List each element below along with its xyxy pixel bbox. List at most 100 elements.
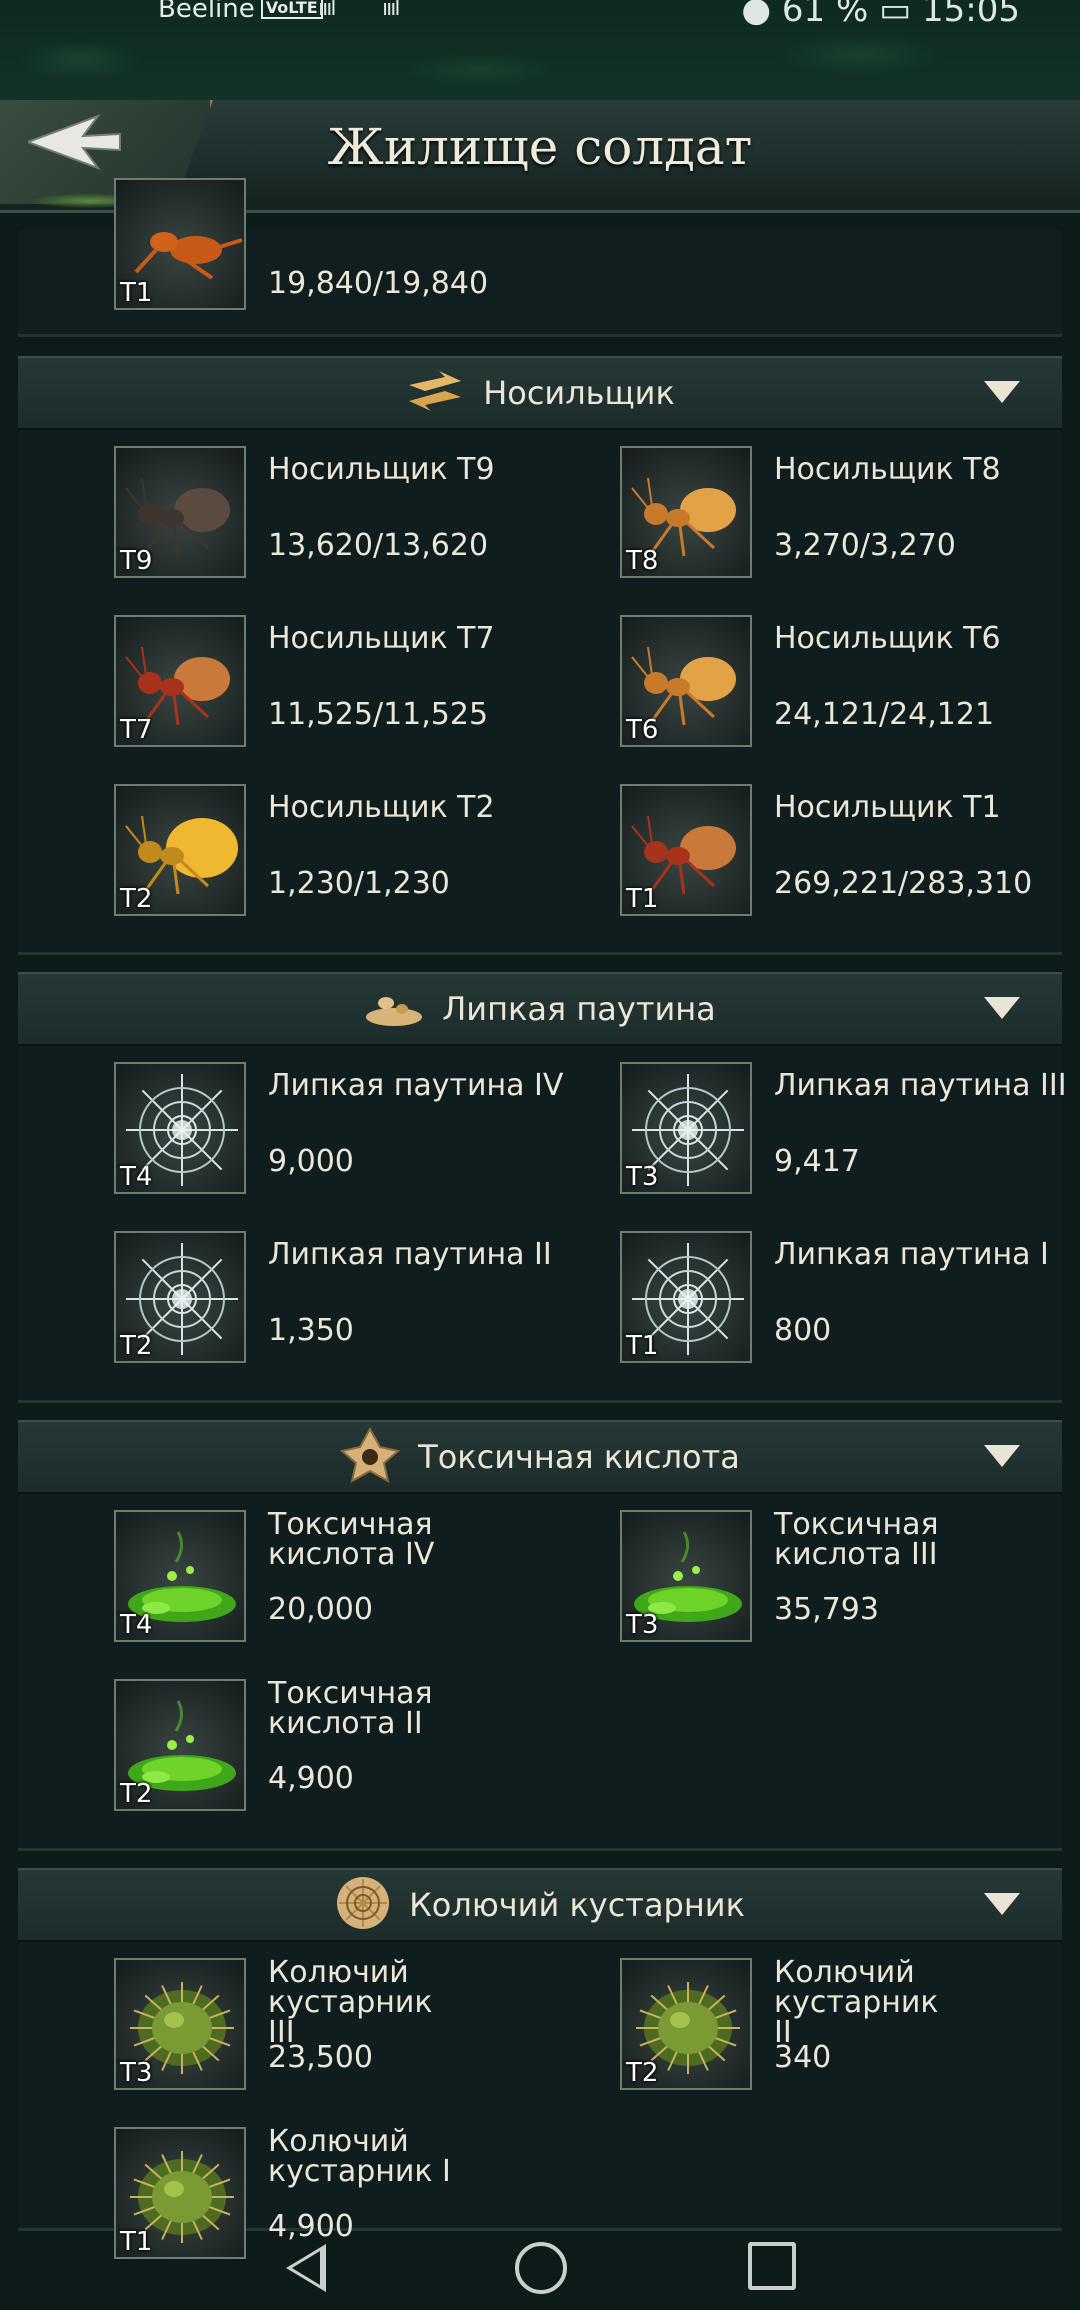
tier-badge: T2 bbox=[120, 1331, 153, 1361]
unit-item[interactable]: T4 Липкая паутина IV 9,000 bbox=[18, 1062, 563, 1202]
item-count: 3,270/3,270 bbox=[774, 528, 956, 563]
section-title: Колючий кустарник bbox=[409, 1886, 745, 1924]
nav-recents-icon[interactable] bbox=[748, 2242, 796, 2290]
tier-badge: T1 bbox=[120, 278, 153, 308]
item-count: 4,900 bbox=[268, 1761, 354, 1796]
carrier-label: Beeline VoLTE bbox=[158, 0, 323, 24]
unit-thumbnail: T1 bbox=[620, 1231, 752, 1363]
unit-thumbnail: T9 bbox=[114, 446, 246, 578]
item-name: Токсичная кислота III bbox=[774, 1507, 939, 1572]
item-count: 35,793 bbox=[774, 1592, 879, 1627]
section-title: Токсичная кислота bbox=[418, 1438, 740, 1476]
unit-thumbnail: T2 bbox=[620, 1958, 752, 2090]
unit-item[interactable]: T1 Носильщик T1 269,221/283,310 bbox=[524, 784, 1032, 924]
item-count: 11,525/11,525 bbox=[268, 697, 489, 732]
item-name: Липкая паутина III bbox=[774, 1068, 1067, 1103]
tier-badge: T9 bbox=[120, 546, 153, 576]
volte-badge: VoLTE bbox=[260, 0, 323, 19]
tier-badge: T4 bbox=[120, 1610, 153, 1640]
sticky-web-icon bbox=[364, 985, 424, 1033]
item-count: 1,350 bbox=[268, 1313, 354, 1348]
collapse-arrow-icon[interactable] bbox=[984, 1893, 1020, 1915]
tier-badge: T3 bbox=[626, 1610, 659, 1640]
collapse-arrow-icon[interactable] bbox=[984, 1445, 1020, 1467]
unit-thumbnail: T3 bbox=[620, 1510, 752, 1642]
system-nav-bar bbox=[0, 2230, 1080, 2310]
unit-thumbnail: T3 bbox=[114, 1958, 246, 2090]
unit-thumbnail: T2 bbox=[114, 784, 246, 916]
unit-thumbnail: T1 bbox=[620, 784, 752, 916]
nav-back-icon[interactable] bbox=[286, 2244, 326, 2292]
signal-icon-2: ıııl bbox=[382, 0, 401, 21]
unit-thumbnail: T2 bbox=[114, 1679, 246, 1811]
tier-badge: T3 bbox=[626, 1162, 659, 1192]
unit-thumbnail: T1 bbox=[114, 178, 246, 310]
unit-item[interactable]: T3 Липкая паутина III 9,417 bbox=[524, 1062, 1067, 1202]
unit-item[interactable]: T8 Носильщик T8 3,270/3,270 bbox=[524, 446, 1024, 586]
item-count: 24,121/24,121 bbox=[774, 697, 995, 732]
tier-badge: T2 bbox=[626, 2058, 659, 2088]
section-panel: Липкая паутина T4 Липкая паутина IV 9,00… bbox=[18, 972, 1067, 1403]
unit-thumbnail: T6 bbox=[620, 615, 752, 747]
section-header[interactable]: Токсичная кислота bbox=[18, 1420, 1062, 1494]
toxic-acid-icon bbox=[339, 1426, 401, 1487]
nav-home-icon[interactable] bbox=[515, 2242, 567, 2294]
item-name: Липкая паутина IV bbox=[268, 1068, 564, 1103]
unit-item[interactable]: T7 Носильщик T7 11,525/11,525 bbox=[18, 615, 518, 755]
tier-badge: T2 bbox=[120, 1779, 153, 1809]
list-item[interactable]: T1 19,840/19,840 bbox=[18, 178, 518, 318]
tier-badge: T6 bbox=[626, 715, 659, 745]
tier-badge: T8 bbox=[626, 546, 659, 576]
item-name: Носильщик T2 bbox=[268, 790, 495, 825]
item-name: Колючий кустарник II bbox=[774, 1955, 939, 2050]
section-header[interactable]: Носильщик bbox=[18, 356, 1062, 430]
item-count: 1,230/1,230 bbox=[268, 866, 450, 901]
unit-item[interactable]: T9 Носильщик T9 13,620/13,620 bbox=[18, 446, 518, 586]
section-panel: Носильщик T9 Носильщик T9 13,620/13,620 bbox=[18, 356, 1062, 955]
item-count: 19,840/19,840 bbox=[268, 266, 489, 301]
status-bar: Beeline VoLTE ıııl ıııl ● 61 % ▭ 15:05 bbox=[0, 0, 1080, 100]
unit-item[interactable]: T3 Колючий кустарник III 23,500 bbox=[18, 1958, 518, 2098]
tier-badge: T4 bbox=[120, 1162, 153, 1192]
partial-panel: T1 19,840/19,840 bbox=[18, 178, 1062, 337]
item-count: 9,417 bbox=[774, 1144, 860, 1179]
section-panel: Токсичная кислота T4 Токсичная кислота I… bbox=[18, 1420, 1062, 1851]
item-name: Токсичная кислота II bbox=[268, 1676, 433, 1741]
unit-thumbnail: T3 bbox=[620, 1062, 752, 1194]
item-count: 23,500 bbox=[268, 2040, 373, 2075]
unit-thumbnail: T4 bbox=[114, 1062, 246, 1194]
tier-badge: T7 bbox=[120, 715, 153, 745]
item-name: Носильщик T9 bbox=[268, 452, 495, 487]
unit-item[interactable]: T6 Носильщик T6 24,121/24,121 bbox=[524, 615, 1024, 755]
unit-thumbnail: T7 bbox=[114, 615, 246, 747]
unit-item[interactable]: T2 Колючий кустарник II 340 bbox=[524, 1958, 1024, 2098]
section-title: Липкая паутина bbox=[442, 990, 716, 1028]
unit-thumbnail: T4 bbox=[114, 1510, 246, 1642]
unit-item[interactable]: T2 Липкая паутина II 1,350 bbox=[18, 1231, 552, 1371]
item-count: 269,221/283,310 bbox=[774, 866, 1033, 901]
section-header[interactable]: Липкая паутина bbox=[18, 972, 1062, 1046]
thorn-bush-icon bbox=[335, 1875, 391, 1935]
unit-item[interactable]: T2 Токсичная кислота II 4,900 bbox=[18, 1679, 518, 1819]
carrier-ant-icon bbox=[405, 369, 465, 417]
collapse-arrow-icon[interactable] bbox=[984, 997, 1020, 1019]
signal-icon: ıııl bbox=[318, 0, 337, 21]
tier-badge: T3 bbox=[120, 2058, 153, 2088]
unit-item[interactable]: T3 Токсичная кислота III 35,793 bbox=[524, 1510, 1024, 1650]
unit-item[interactable]: T2 Носильщик T2 1,230/1,230 bbox=[18, 784, 518, 924]
item-name: Носильщик T1 bbox=[774, 790, 1001, 825]
page-title: Жилище солдат bbox=[327, 118, 753, 176]
unit-thumbnail: T8 bbox=[620, 446, 752, 578]
item-count: 9,000 bbox=[268, 1144, 354, 1179]
item-name: Липкая паутина II bbox=[268, 1237, 552, 1272]
section-header[interactable]: Колючий кустарник bbox=[18, 1868, 1062, 1942]
item-name: Липкая паутина I bbox=[774, 1237, 1049, 1272]
collapse-arrow-icon[interactable] bbox=[984, 381, 1020, 403]
section-title: Носильщик bbox=[483, 374, 675, 412]
tier-badge: T2 bbox=[120, 884, 153, 914]
item-name: Носильщик T8 bbox=[774, 452, 1001, 487]
item-name: Носильщик T7 bbox=[268, 621, 495, 656]
item-name: Колючий кустарник I bbox=[268, 2124, 451, 2189]
unit-item[interactable]: T1 Липкая паутина I 800 bbox=[524, 1231, 1049, 1371]
unit-item[interactable]: T4 Токсичная кислота IV 20,000 bbox=[18, 1510, 518, 1650]
